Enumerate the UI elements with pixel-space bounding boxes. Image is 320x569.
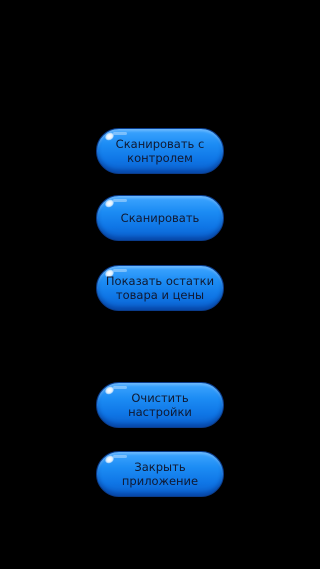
gloss-streak bbox=[113, 455, 127, 458]
gloss-streak bbox=[113, 269, 127, 272]
close-app-button[interactable]: Закрыть приложение bbox=[96, 451, 224, 497]
scan-button[interactable]: Сканировать bbox=[96, 195, 224, 241]
scan-label: Сканировать bbox=[120, 211, 200, 225]
clear-settings-label: Очистить настройки bbox=[128, 391, 192, 419]
main-menu-screen: Сканировать с контролем Сканировать Пока… bbox=[0, 0, 320, 569]
show-stock-label: Показать остатки товара и цены bbox=[105, 274, 215, 302]
gloss-streak bbox=[113, 199, 127, 202]
gloss-streak bbox=[113, 132, 127, 135]
scan-with-control-button[interactable]: Сканировать с контролем bbox=[96, 128, 224, 174]
scan-with-control-label: Сканировать с контролем bbox=[115, 137, 205, 165]
close-app-label: Закрыть приложение bbox=[121, 460, 199, 488]
clear-settings-button[interactable]: Очистить настройки bbox=[96, 382, 224, 428]
gloss-streak bbox=[113, 386, 127, 389]
show-stock-and-prices-button[interactable]: Показать остатки товара и цены bbox=[96, 265, 224, 311]
